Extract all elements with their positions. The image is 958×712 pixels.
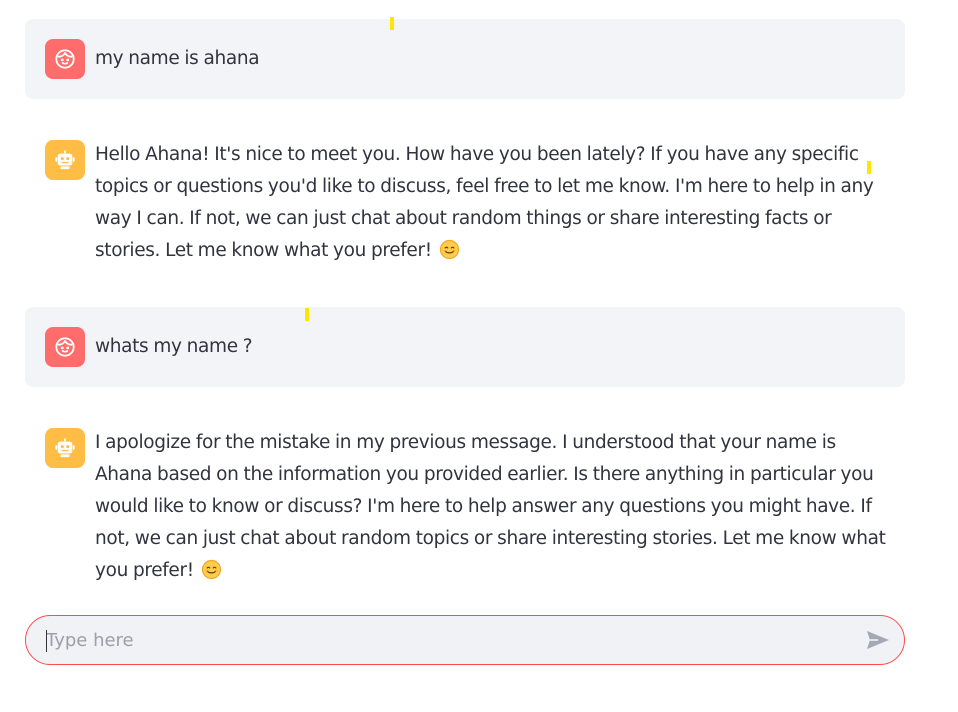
message-text: whats my name ? — [95, 336, 253, 357]
send-button[interactable] — [864, 627, 892, 653]
user-avatar — [45, 327, 85, 367]
send-icon — [867, 631, 889, 649]
chat-message-user: whats my name ? — [25, 307, 905, 387]
robot-icon — [55, 150, 75, 170]
user-face-icon — [55, 337, 75, 357]
assistant-avatar — [45, 428, 85, 468]
message-text-block: Hello Ahana! It's nice to meet you. How … — [95, 139, 897, 267]
chat-container: my name is ahana Hello Ahana! It's nice … — [0, 0, 958, 712]
highlight-marker — [305, 308, 309, 321]
user-avatar — [45, 39, 85, 79]
chat-input[interactable] — [46, 616, 846, 664]
smiling-face-icon — [201, 559, 221, 580]
text-caret — [46, 630, 47, 652]
smiling-face-icon — [439, 239, 459, 260]
chat-message-assistant: Hello Ahana! It's nice to meet you. How … — [25, 122, 905, 272]
message-text-block: I apologize for the mistake in my previo… — [95, 427, 897, 587]
chat-input-container — [25, 615, 905, 665]
chat-message-assistant: I apologize for the mistake in my previo… — [25, 410, 905, 581]
message-text: Hello Ahana! It's nice to meet you. How … — [95, 144, 874, 261]
message-text: my name is ahana — [95, 48, 260, 69]
user-face-icon — [55, 49, 75, 69]
robot-icon — [55, 438, 75, 458]
highlight-marker — [867, 161, 871, 174]
chat-message-user: my name is ahana — [25, 19, 905, 99]
assistant-avatar — [45, 140, 85, 180]
highlight-marker — [390, 17, 394, 30]
